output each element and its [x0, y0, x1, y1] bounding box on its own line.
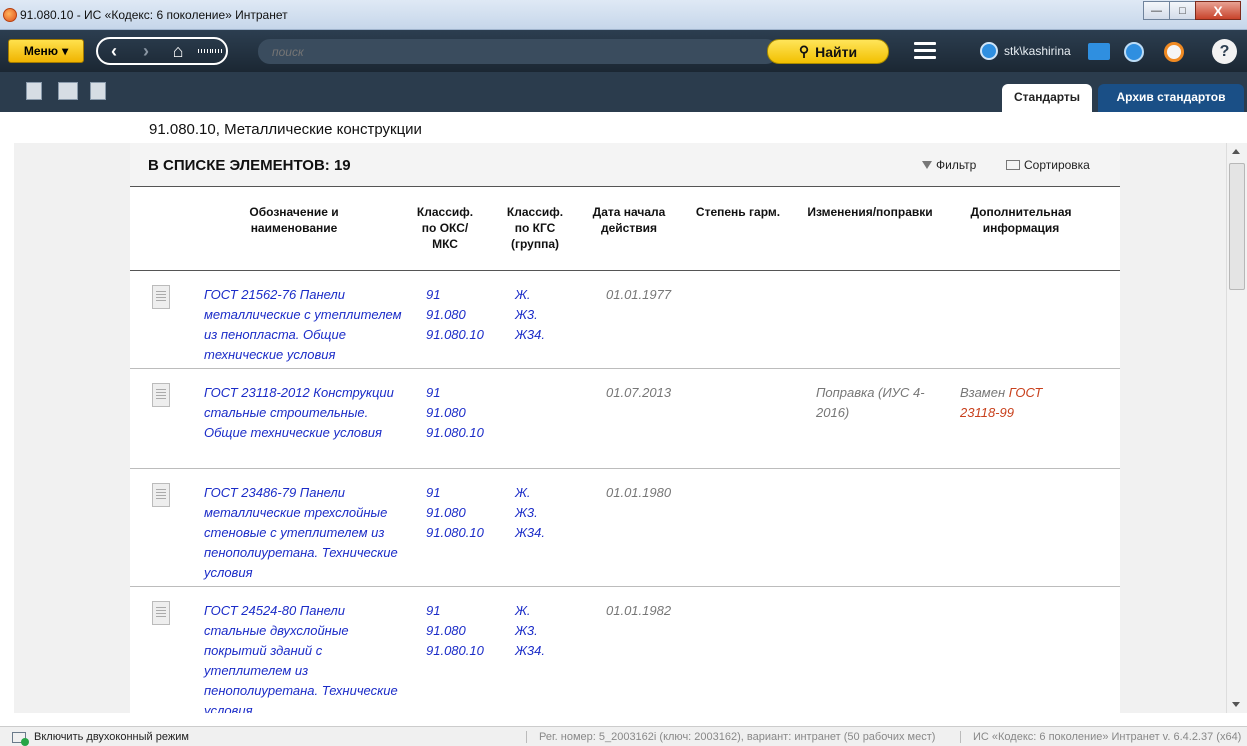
- list-header: В СПИСКЕ ЭЛЕМЕНТОВ: 19 Фильтр Сортировка: [130, 143, 1120, 187]
- navigation-group: ‹ › ⌂: [96, 37, 228, 65]
- kgs-codes[interactable]: Ж. Ж3. Ж34.: [515, 483, 575, 543]
- document-name-link[interactable]: ГОСТ 24524-80 Панели стальные двухслойны…: [204, 601, 404, 713]
- vertical-scrollbar[interactable]: [1226, 143, 1247, 713]
- minimize-button[interactable]: —: [1143, 1, 1170, 20]
- document-name-link[interactable]: ГОСТ 21562-76 Панели металлические с уте…: [204, 285, 404, 365]
- breadcrumb: 91.080.10, Металлические конструкции: [149, 121, 422, 138]
- column-header-info[interactable]: Дополнительная информация: [956, 204, 1086, 236]
- filter-icon: [922, 161, 932, 169]
- status-bar: Включить двухоконный режим Рег. номер: 5…: [0, 726, 1247, 746]
- left-margin: [14, 143, 130, 713]
- filter-button[interactable]: Фильтр: [922, 158, 976, 172]
- menu-label: Меню: [23, 44, 59, 58]
- column-header-kgs[interactable]: Классиф. по КГС (группа): [498, 204, 572, 252]
- document-icon: [152, 601, 170, 625]
- sort-label: Сортировка: [1024, 158, 1090, 172]
- export-icon[interactable]: [26, 82, 42, 100]
- changes-note[interactable]: Поправка (ИУС 4-2016): [816, 383, 936, 423]
- document-icon: [152, 285, 170, 309]
- element-count: В СПИСКЕ ЭЛЕМЕНТОВ: 19: [148, 157, 351, 174]
- document-toolbar: Стандарты Архив стандартов: [0, 72, 1247, 112]
- scroll-down-arrow-icon[interactable]: [1232, 702, 1240, 707]
- table-row[interactable]: ГОСТ 23118-2012 Конструкции стальные стр…: [130, 369, 1120, 469]
- caret-down-icon: ▾: [62, 44, 69, 58]
- hamburger-menu-icon[interactable]: [914, 42, 936, 59]
- send-to-icon[interactable]: [58, 82, 78, 100]
- start-date: 01.01.1977: [606, 287, 672, 302]
- column-header-changes[interactable]: Изменения/поправки: [790, 204, 950, 220]
- column-header-name[interactable]: Обозначение и наименование: [224, 204, 364, 236]
- oks-codes[interactable]: 91 91.080 91.080.10: [426, 601, 496, 661]
- help-icon[interactable]: ?: [1212, 39, 1237, 64]
- document-name-link[interactable]: ГОСТ 23486-79 Панели металлические трехс…: [204, 483, 404, 583]
- table-row[interactable]: ГОСТ 21562-76 Панели металлические с уте…: [130, 271, 1120, 369]
- table-header: Обозначение и наименование Классиф. по О…: [130, 187, 1120, 271]
- scroll-up-arrow-icon[interactable]: [1232, 149, 1240, 154]
- timer-icon[interactable]: [1164, 42, 1184, 62]
- forward-arrow-icon[interactable]: ›: [134, 41, 158, 62]
- user-name[interactable]: stk\kashirina: [1004, 44, 1071, 58]
- kgs-codes[interactable]: Ж. Ж3. Ж34.: [515, 285, 575, 345]
- magnifier-icon: ⚲: [798, 43, 810, 59]
- document-icon: [152, 483, 170, 507]
- document-name-link[interactable]: ГОСТ 23118-2012 Конструкции стальные стр…: [204, 383, 404, 443]
- column-header-oks[interactable]: Классиф. по ОКС/МКС: [410, 204, 480, 252]
- sort-button[interactable]: Сортировка: [1006, 158, 1090, 172]
- back-arrow-icon[interactable]: ‹: [102, 41, 126, 62]
- filter-label: Фильтр: [936, 158, 977, 172]
- save-icon[interactable]: [90, 82, 106, 100]
- column-header-harmonization[interactable]: Степень гарм.: [686, 204, 790, 220]
- start-date: 01.01.1980: [606, 485, 672, 500]
- window-titlebar: 91.080.10 - ИС «Кодекс: 6 поколение» Инт…: [0, 0, 1247, 30]
- app-logo-icon: [3, 8, 17, 22]
- tab-archive-standards[interactable]: Архив стандартов: [1098, 84, 1244, 112]
- document-icon: [152, 383, 170, 407]
- oks-codes[interactable]: 91 91.080 91.080.10: [426, 483, 496, 543]
- folder-icon[interactable]: [1088, 43, 1110, 60]
- right-margin: [1120, 143, 1226, 713]
- kgs-codes[interactable]: Ж. Ж3. Ж34.: [515, 601, 575, 661]
- user-icon[interactable]: [980, 42, 998, 60]
- main-toolbar: Меню ▾ ‹ › ⌂ ⚲ Найти stk\kashirina ?: [0, 30, 1247, 72]
- dual-window-icon[interactable]: [12, 732, 29, 746]
- menu-button[interactable]: Меню ▾: [8, 39, 84, 63]
- table-row[interactable]: ГОСТ 24524-80 Панели стальные двухслойны…: [130, 587, 1120, 713]
- window-title: 91.080.10 - ИС «Кодекс: 6 поколение» Инт…: [20, 8, 288, 22]
- search-button[interactable]: ⚲ Найти: [767, 39, 889, 64]
- info-prefix: Взамен: [960, 385, 1009, 400]
- dual-window-toggle[interactable]: Включить двухоконный режим: [34, 731, 189, 743]
- oks-codes[interactable]: 91 91.080 91.080.10: [426, 285, 496, 345]
- window-controls: — □ X: [1143, 1, 1241, 20]
- start-date: 01.01.1982: [606, 603, 672, 618]
- maximize-button[interactable]: □: [1169, 1, 1196, 20]
- scroll-thumb[interactable]: [1229, 163, 1245, 290]
- apps-grid-icon[interactable]: [198, 49, 223, 53]
- table-row[interactable]: ГОСТ 23486-79 Панели металлические трехс…: [130, 469, 1120, 587]
- column-header-date[interactable]: Дата начала действия: [586, 204, 672, 236]
- close-button[interactable]: X: [1195, 1, 1241, 20]
- start-date: 01.07.2013: [606, 385, 672, 400]
- search-input[interactable]: [258, 39, 778, 64]
- search-button-label: Найти: [815, 43, 858, 60]
- sort-icon: [1006, 160, 1020, 170]
- tab-standards[interactable]: Стандарты: [1002, 84, 1093, 112]
- watch-icon[interactable]: [1124, 42, 1144, 62]
- home-icon[interactable]: ⌂: [166, 41, 190, 62]
- document-list-panel: В СПИСКЕ ЭЛЕМЕНТОВ: 19 Фильтр Сортировка…: [130, 143, 1120, 713]
- registration-info: Рег. номер: 5_2003162i (ключ: 2003162), …: [526, 731, 935, 743]
- version-info: ИС «Кодекс: 6 поколение» Интранет v. 6.4…: [960, 731, 1241, 743]
- oks-codes[interactable]: 91 91.080 91.080.10: [426, 383, 496, 443]
- additional-info: Взамен ГОСТ 23118-99: [960, 383, 1080, 423]
